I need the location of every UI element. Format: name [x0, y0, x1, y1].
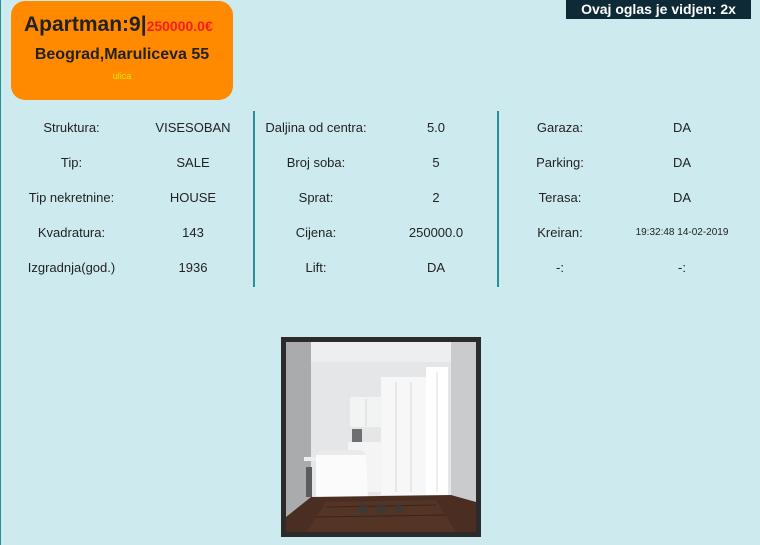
- slider-dot[interactable]: [376, 504, 386, 514]
- listing-price: 250000.0€: [146, 18, 213, 34]
- detail-label: Parking:: [536, 155, 584, 170]
- detail-value: 1936: [178, 260, 208, 275]
- detail-label: -:: [556, 260, 564, 275]
- detail-label: Izgradnja(god.): [27, 260, 116, 275]
- detail-value: 143: [182, 225, 204, 240]
- detail-label: Lift:: [305, 260, 327, 275]
- detail-value: DA: [426, 260, 446, 275]
- detail-label: Tip nekretnine:: [28, 190, 115, 205]
- detail-value: 5.0: [426, 120, 446, 135]
- listing-photo[interactable]: [286, 342, 476, 532]
- detail-label: Kreiran:: [537, 225, 583, 240]
- listing-title: Apartman:9|250000.0€: [24, 13, 213, 37]
- detail-label: Sprat:: [298, 190, 334, 205]
- detail-label: Cijena:: [295, 225, 337, 240]
- detail-label: Broj soba:: [286, 155, 346, 170]
- listing-address: Beograd,Maruliceva 55: [34, 46, 210, 63]
- detail-value: DA: [672, 120, 692, 135]
- column-divider: [497, 111, 499, 287]
- detail-value: SALE: [176, 155, 210, 170]
- street-tag: ulica: [112, 71, 132, 81]
- detail-value: 19:32:48 14-02-2019: [635, 227, 729, 238]
- listing-header-card: Apartman:9|250000.0€ Beograd,Maruliceva …: [11, 1, 233, 100]
- detail-value: 5: [432, 155, 440, 170]
- detail-label: Tip:: [60, 155, 83, 170]
- detail-label: Garaza:: [536, 120, 584, 135]
- detail-label: Daljina od centra:: [265, 120, 367, 135]
- image-slider[interactable]: [281, 337, 481, 537]
- listing-title-text: Apartman:9|: [24, 13, 147, 36]
- detail-label: Kvadratura:: [37, 225, 106, 240]
- slider-dot[interactable]: [358, 504, 368, 514]
- detail-value: DA: [672, 155, 692, 170]
- view-count-badge: Ovaj oglas je vidjen: 2x: [566, 0, 751, 19]
- detail-value: 2: [432, 190, 440, 205]
- detail-label: Terasa:: [538, 190, 582, 205]
- detail-value: DA: [672, 190, 692, 205]
- detail-value: VISESOBAN: [155, 120, 231, 135]
- detail-value: 250000.0: [408, 225, 464, 240]
- slider-dots: [286, 501, 476, 519]
- details-table: Struktura: VISESOBAN Tip: SALE Tip nekre…: [0, 110, 760, 290]
- column-divider: [253, 111, 255, 287]
- slider-dot[interactable]: [394, 504, 404, 514]
- detail-label: Struktura:: [43, 120, 100, 135]
- detail-value: -:: [678, 260, 686, 275]
- detail-value: HOUSE: [169, 190, 217, 205]
